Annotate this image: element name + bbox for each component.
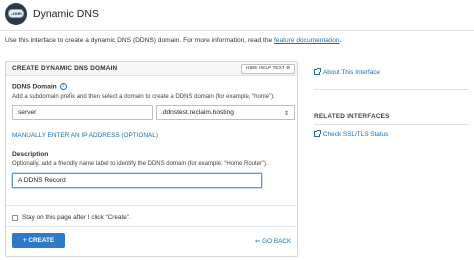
feature-documentation-link[interactable]: feature documentation <box>274 37 340 44</box>
subdomain-input[interactable]: server <box>12 105 153 120</box>
external-link-icon <box>314 68 321 75</box>
panel-header: CREATE DYNAMIC DNS DOMAIN HIDE HELP TEXT… <box>6 62 297 76</box>
description-label: Description <box>12 151 49 158</box>
related-interfaces-heading: RELATED INTERFACES <box>314 113 390 120</box>
ddns-domain-hint: Add a subdomain prefix and then select a… <box>12 94 275 100</box>
arrow-left-icon: ⇐ <box>255 238 261 245</box>
ddns-domain-label: DDNS Domain? <box>12 83 67 91</box>
divider <box>6 226 297 227</box>
stay-on-page-label: Stay on this page after I click “Create”… <box>22 214 131 221</box>
check-ssl-status-link[interactable]: Check SSL/TLS Status <box>314 130 388 138</box>
domain-select[interactable]: .ddnstest.reclaim.hosting ⇕ <box>156 105 295 120</box>
external-link-icon <box>314 130 321 137</box>
dynamic-dns-logo-icon: .com <box>5 3 27 25</box>
go-back-link[interactable]: ⇐ GO BACK <box>255 237 291 245</box>
create-ddns-panel: CREATE DYNAMIC DNS DOMAIN HIDE HELP TEXT… <box>5 61 298 257</box>
page-header: .com Dynamic DNS <box>0 0 474 31</box>
intro-text: Use this interface to create a dynamic D… <box>5 37 342 44</box>
stay-on-page-checkbox[interactable] <box>12 215 18 221</box>
create-button[interactable]: + CREATE <box>12 233 65 248</box>
help-icon[interactable]: ? <box>59 83 67 90</box>
hide-help-text-button[interactable]: HIDE HELP TEXT ⊘ <box>241 64 295 74</box>
description-input[interactable]: A DDNS Record <box>12 173 262 188</box>
panel-title: CREATE DYNAMIC DNS DOMAIN <box>12 65 118 72</box>
help-toggle-icon: ⊘ <box>285 66 291 71</box>
sidebar-divider <box>314 89 469 90</box>
manual-ip-link[interactable]: MANUALLY ENTER AN IP ADDRESS (OPTIONAL) <box>12 132 158 139</box>
description-hint: Optionally, add a friendly name label to… <box>12 161 268 167</box>
sidebar-divider <box>314 124 469 125</box>
divider <box>6 205 297 206</box>
page-title: Dynamic DNS <box>33 8 99 20</box>
about-interface-link[interactable]: About This Interface <box>314 68 380 76</box>
chevron-updown-icon: ⇕ <box>283 111 289 117</box>
